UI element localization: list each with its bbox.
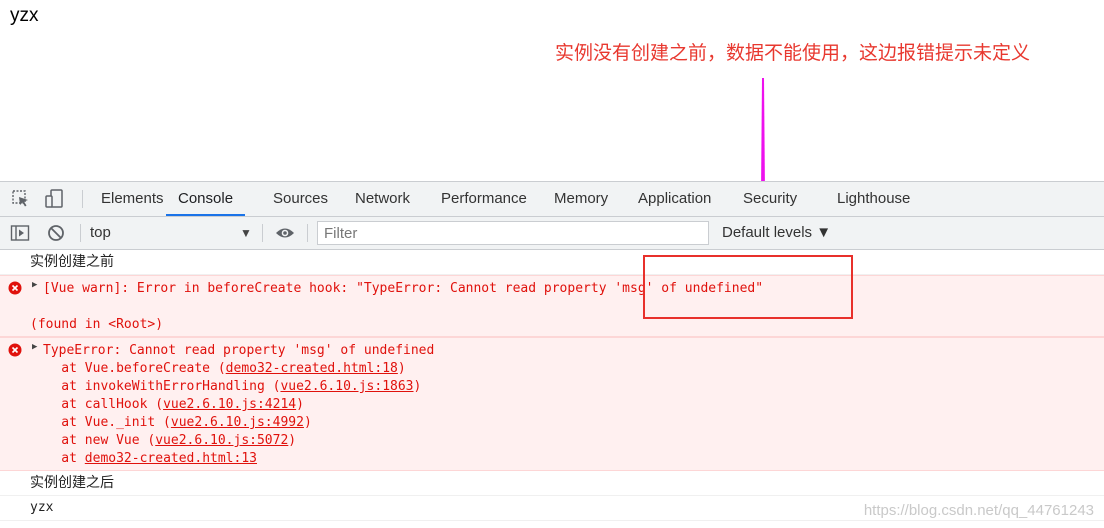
stack-frame: at Vue._init (vue2.6.10.js:4992) xyxy=(30,414,421,432)
stack-frame-suffix: ) xyxy=(303,415,312,430)
devtools-panel: Elements Console Sources Network Perform… xyxy=(0,181,1104,528)
console-toolbar: top ▼ Default levels ▼ xyxy=(0,217,1104,250)
stack-frame: at new Vue (vue2.6.10.js:5072) xyxy=(30,432,421,450)
default-levels-dropdown[interactable]: Default levels ▼ xyxy=(722,217,831,249)
tab-memory[interactable]: Memory xyxy=(554,182,608,216)
clear-console-icon[interactable] xyxy=(46,223,66,243)
filter-input[interactable] xyxy=(317,221,709,245)
error-icon xyxy=(8,343,22,357)
source-link[interactable]: vue2.6.10.js:4992 xyxy=(171,415,304,430)
toolbar-divider xyxy=(82,190,83,208)
tab-console[interactable]: Console xyxy=(166,182,246,216)
stack-frame: at demo32-created.html:13 xyxy=(30,450,421,468)
stack-frame-function: at Vue._init ( xyxy=(30,415,171,430)
stack-frame-function: at callHook ( xyxy=(30,397,164,412)
stack-frame-suffix: ) xyxy=(413,379,422,394)
tab-network[interactable]: Network xyxy=(355,182,410,216)
page-content-text: yzx xyxy=(10,5,39,26)
inspect-element-icon[interactable] xyxy=(11,189,31,209)
console-error-message: ▶ [Vue warn]: Error in beforeCreate hook… xyxy=(0,275,1104,337)
expand-triangle-icon[interactable]: ▶ xyxy=(32,342,37,352)
console-messages: 实例创建之前 ▶ [Vue warn]: Error in beforeCrea… xyxy=(0,250,1104,521)
console-error-message: ▶ TypeError: Cannot read property 'msg' … xyxy=(0,337,1104,471)
stack-frame-function: at invokeWithErrorHandling ( xyxy=(30,379,281,394)
toolbar-divider xyxy=(262,224,263,242)
found-in-root-text: (found in <Root>) xyxy=(30,317,164,332)
stack-frame-suffix: ) xyxy=(288,433,297,448)
stack-frame-function: at xyxy=(30,451,85,466)
tab-elements[interactable]: Elements xyxy=(101,182,164,216)
tab-security[interactable]: Security xyxy=(743,182,797,216)
stack-frame-suffix: ) xyxy=(397,361,406,376)
error-icon xyxy=(8,281,22,295)
source-link[interactable]: vue2.6.10.js:5072 xyxy=(155,433,288,448)
context-selector[interactable]: top xyxy=(90,217,111,249)
console-log-message: 实例创建之后 xyxy=(0,471,1104,496)
tab-lighthouse[interactable]: Lighthouse xyxy=(837,182,910,216)
tab-sources[interactable]: Sources xyxy=(273,182,328,216)
highlight-box xyxy=(643,255,853,319)
source-link[interactable]: vue2.6.10.js:4214 xyxy=(163,397,296,412)
stack-frame: at Vue.beforeCreate (demo32-created.html… xyxy=(30,360,421,378)
toolbar-divider xyxy=(80,224,81,242)
watermark-text: https://blog.csdn.net/qq_44761243 xyxy=(863,502,1094,519)
stack-frame-function: at new Vue ( xyxy=(30,433,156,448)
tab-performance[interactable]: Performance xyxy=(441,182,527,216)
sidebar-toggle-icon[interactable] xyxy=(10,223,30,243)
devtools-tabbar: Elements Console Sources Network Perform… xyxy=(0,182,1104,217)
source-link[interactable]: demo32-created.html:13 xyxy=(85,451,257,466)
stack-trace: at Vue.beforeCreate (demo32-created.html… xyxy=(30,360,421,468)
stack-frame: at invokeWithErrorHandling (vue2.6.10.js… xyxy=(30,378,421,396)
context-dropdown-arrow-icon[interactable]: ▼ xyxy=(240,217,252,249)
source-link[interactable]: demo32-created.html:18 xyxy=(226,361,398,376)
annotation-text: 实例没有创建之前，数据不能使用，这边报错提示未定义 xyxy=(555,42,1031,64)
toolbar-divider xyxy=(307,224,308,242)
tab-application[interactable]: Application xyxy=(638,182,711,216)
live-expression-eye-icon[interactable] xyxy=(275,223,295,243)
expand-triangle-icon[interactable]: ▶ xyxy=(32,280,37,290)
device-toolbar-icon[interactable] xyxy=(45,189,65,209)
stack-frame: at callHook (vue2.6.10.js:4214) xyxy=(30,396,421,414)
stack-frame-suffix: ) xyxy=(296,397,304,412)
stack-frame-function: at Vue.beforeCreate ( xyxy=(30,361,226,376)
type-error-text: TypeError: Cannot read property 'msg' of… xyxy=(43,343,435,358)
console-log-message: 实例创建之前 xyxy=(0,250,1104,275)
source-link[interactable]: vue2.6.10.js:1863 xyxy=(280,379,413,394)
